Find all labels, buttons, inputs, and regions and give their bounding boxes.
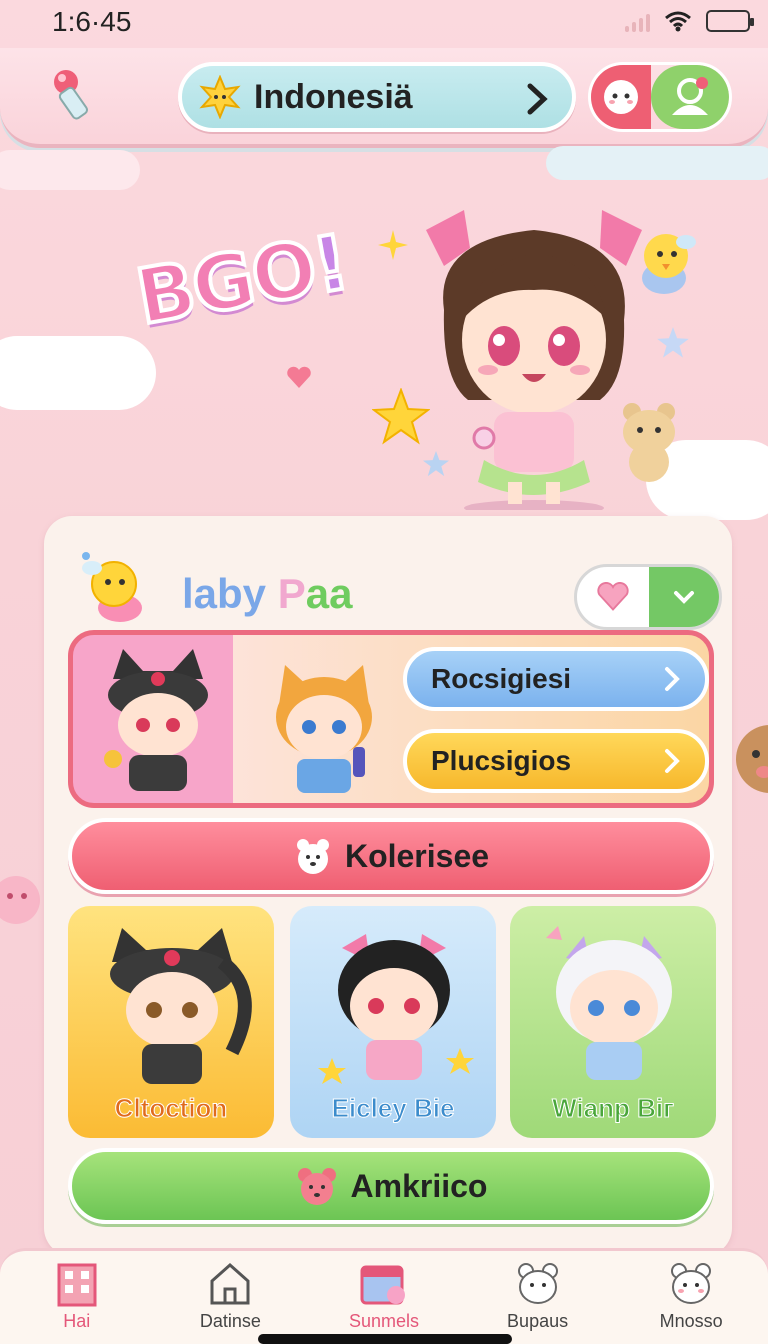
- game-logo: BGO!: [128, 215, 356, 344]
- tab-mnosso[interactable]: Mnosso: [614, 1251, 768, 1344]
- kolerisee-label: Kolerisee: [344, 837, 490, 874]
- kolerisee-button[interactable]: Kolerisee: [68, 818, 714, 894]
- tab-bupaus[interactable]: Bupaus: [461, 1251, 615, 1344]
- region-label: Indonesiä: [254, 77, 413, 116]
- house-icon: [210, 1262, 250, 1305]
- bottom-tab-bar: Hai Datinse Sunmels Bupaus Mnosso: [0, 1248, 768, 1344]
- cloud-decoration: [0, 150, 140, 190]
- profile-name: laby Paa: [182, 570, 352, 618]
- character-name: Wianp Biг: [552, 1093, 675, 1124]
- bear-icon: [671, 1263, 712, 1304]
- cat-girl-character-illustration: [276, 665, 372, 793]
- chevron-down-icon: [674, 591, 694, 604]
- amkriico-button[interactable]: Amkriico: [68, 1148, 714, 1224]
- tab-datinse[interactable]: Datinse: [154, 1251, 308, 1344]
- tab-label: Bupaus: [507, 1311, 569, 1331]
- status-time: 1:6·45: [52, 6, 132, 37]
- favorite-heart[interactable]: [577, 567, 649, 627]
- tab-label: Mnosso: [659, 1311, 723, 1331]
- tab-hai[interactable]: Hai: [0, 1251, 154, 1344]
- black-cat-character-illustration: [110, 928, 252, 1084]
- mode-left[interactable]: [591, 65, 651, 129]
- white-hair-character-illustration: [546, 926, 672, 1080]
- profile-name-part3: aa: [305, 570, 353, 617]
- chevron-right-icon: [527, 83, 548, 115]
- plucsigios-label: Plucsigios: [431, 745, 572, 776]
- cloud-decoration: [0, 336, 156, 410]
- top-header: Indonesiä: [0, 48, 768, 148]
- favorite-dropdown[interactable]: [649, 567, 719, 627]
- building-icon: [57, 1263, 97, 1307]
- logo-main: BGO: [128, 221, 324, 344]
- hero-banner: BGO!: [0, 146, 768, 520]
- profile-header: laby Paa: [68, 534, 722, 630]
- bee-mascot-icon: [642, 234, 696, 294]
- black-cat-character-illustration: [104, 649, 208, 791]
- heart-icon: [597, 582, 629, 611]
- flower-icon: [0, 876, 40, 924]
- home-indicator[interactable]: [258, 1334, 512, 1344]
- main-card: laby Paa Rocsigiesi Plucsigios Kolerisee…: [44, 516, 732, 1256]
- character-card[interactable]: Eicley Bie: [290, 906, 496, 1138]
- tab-sunmels[interactable]: Sunmels: [307, 1251, 461, 1344]
- chevron-right-icon: [665, 667, 680, 691]
- face-icon: [604, 80, 638, 114]
- character-card[interactable]: Wianp Biг: [510, 906, 716, 1138]
- mode-right[interactable]: [651, 65, 729, 129]
- character-card[interactable]: Cltoction: [68, 906, 274, 1138]
- bear-icon: [517, 1263, 558, 1304]
- status-icons: [625, 10, 754, 32]
- wifi-icon: [665, 11, 691, 32]
- chevron-right-icon: [665, 749, 680, 773]
- tab-label: Hai: [63, 1311, 91, 1331]
- character-name: Cltoction: [114, 1093, 228, 1124]
- profile-name-part1: laby: [182, 570, 267, 617]
- user-icon: [672, 77, 708, 115]
- calendar-icon: [360, 1265, 405, 1305]
- bear-mascot-icon: [623, 403, 675, 482]
- signal-icon: [625, 10, 650, 32]
- favorite-toggle[interactable]: [574, 564, 722, 630]
- cloud-decoration: [546, 146, 768, 180]
- pin-icon[interactable]: [48, 64, 104, 128]
- tab-label: Datinse: [199, 1311, 261, 1331]
- battery-icon: [706, 10, 754, 32]
- bee-avatar-icon: [82, 552, 142, 622]
- amkriico-label: Amkriico: [350, 1167, 488, 1204]
- plucsigios-button[interactable]: Plucsigios: [403, 729, 709, 793]
- feature-panel: Rocsigiesi Plucsigios: [68, 630, 714, 808]
- pink-bow-character-illustration: [318, 934, 474, 1084]
- rocsigiesi-button[interactable]: Rocsigiesi: [403, 647, 709, 711]
- character-name: Eicley Bie: [331, 1093, 455, 1124]
- rocsigiesi-label: Rocsigiesi: [431, 663, 572, 694]
- sun-icon: [199, 75, 241, 119]
- profile-name-part2: P: [266, 570, 306, 617]
- status-bar: 1:6·45: [0, 0, 768, 48]
- tab-label: Sunmels: [348, 1311, 419, 1331]
- bear-face-icon: [296, 839, 329, 874]
- bear-face-icon: [297, 1168, 336, 1205]
- region-selector[interactable]: Indonesiä: [178, 62, 576, 132]
- mode-toggle[interactable]: [588, 62, 732, 132]
- heart-icon: [287, 366, 311, 388]
- bear-face-icon: [736, 725, 768, 793]
